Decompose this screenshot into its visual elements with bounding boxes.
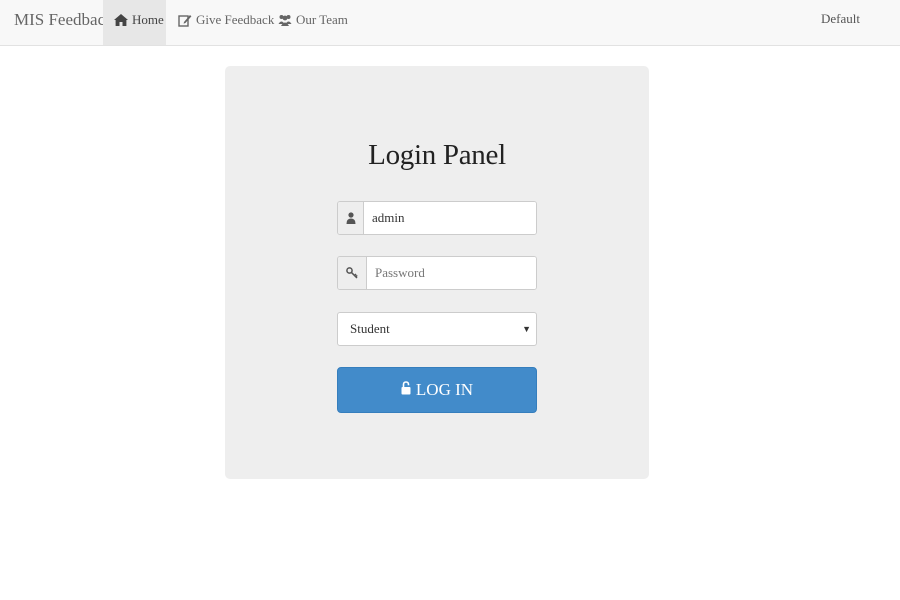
nav-item-label: Give Feedback — [196, 11, 275, 27]
nav-item-give-feedback[interactable]: Give Feedback — [176, 0, 274, 45]
password-addon — [338, 257, 367, 289]
username-input[interactable] — [364, 202, 536, 234]
role-select-value: Student — [350, 321, 390, 336]
username-input-group — [337, 201, 537, 235]
nav-item-our-team[interactable]: Our Team — [278, 0, 348, 45]
login-panel: Login Panel Student ▼ LOG IN — [225, 66, 649, 479]
edit-icon — [178, 14, 192, 27]
nav-item-default[interactable]: Default — [821, 0, 860, 45]
top-navbar: MIS Feedback Home Give Feedback Our Team… — [0, 0, 900, 46]
nav-item-label: Our Team — [296, 11, 348, 27]
page-title: Login Panel — [368, 139, 506, 171]
nav-item-home[interactable]: Home — [103, 0, 166, 45]
caret-down-icon: ▼ — [522, 324, 531, 334]
role-select[interactable]: Student ▼ — [337, 312, 537, 346]
home-icon — [114, 13, 128, 26]
unlock-icon — [401, 381, 411, 395]
login-button-label: LOG IN — [415, 380, 474, 399]
key-icon — [346, 267, 358, 279]
password-input-group — [337, 256, 537, 290]
password-input[interactable] — [367, 257, 536, 289]
username-addon — [338, 202, 364, 234]
user-icon — [346, 212, 355, 224]
nav-item-label: Home — [132, 11, 164, 27]
brand-link[interactable]: MIS Feedback — [14, 0, 114, 45]
users-icon — [278, 14, 292, 26]
login-button[interactable]: LOG IN — [337, 367, 537, 413]
